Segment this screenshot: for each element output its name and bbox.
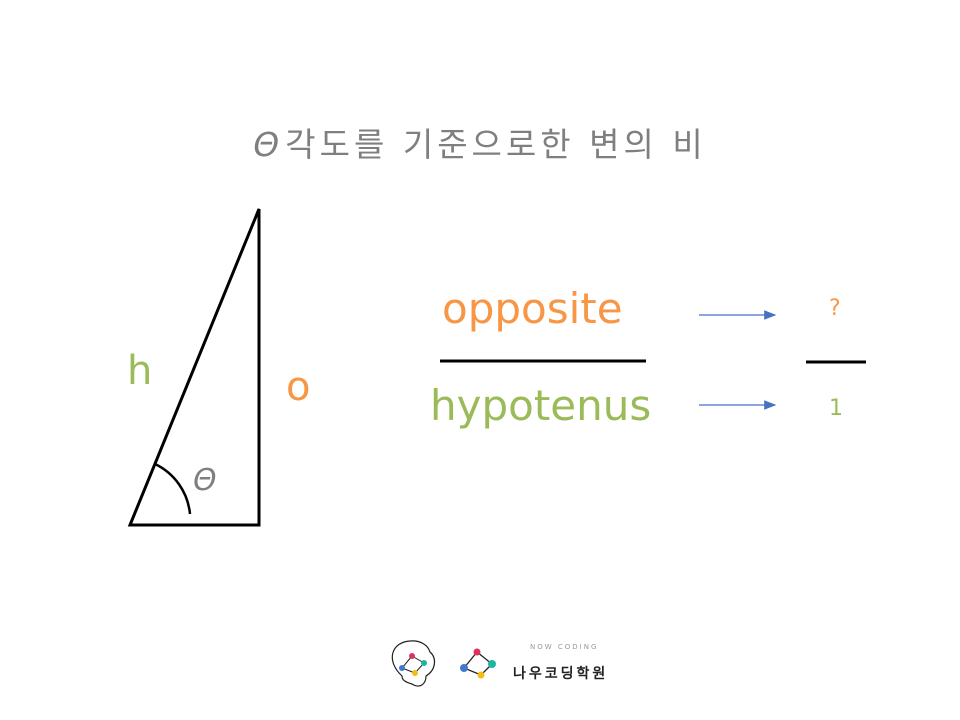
- logo-brain-icon: [391, 640, 436, 687]
- logo-nodes-icon: [460, 648, 496, 679]
- logo-tagline: NOW CODING: [530, 643, 599, 651]
- result-denominator: 1: [829, 396, 843, 421]
- angle-label: Θ: [193, 463, 217, 498]
- result-numerator: ?: [829, 296, 841, 321]
- opposite-label: o: [286, 364, 311, 410]
- hypotenuse-label: h: [127, 348, 153, 394]
- angle-arc: [154, 462, 192, 515]
- numerator-opposite: opposite: [442, 284, 623, 333]
- denominator-hypotenus: hypotenus: [430, 381, 652, 430]
- logo-name: 나우코딩학원: [513, 666, 609, 682]
